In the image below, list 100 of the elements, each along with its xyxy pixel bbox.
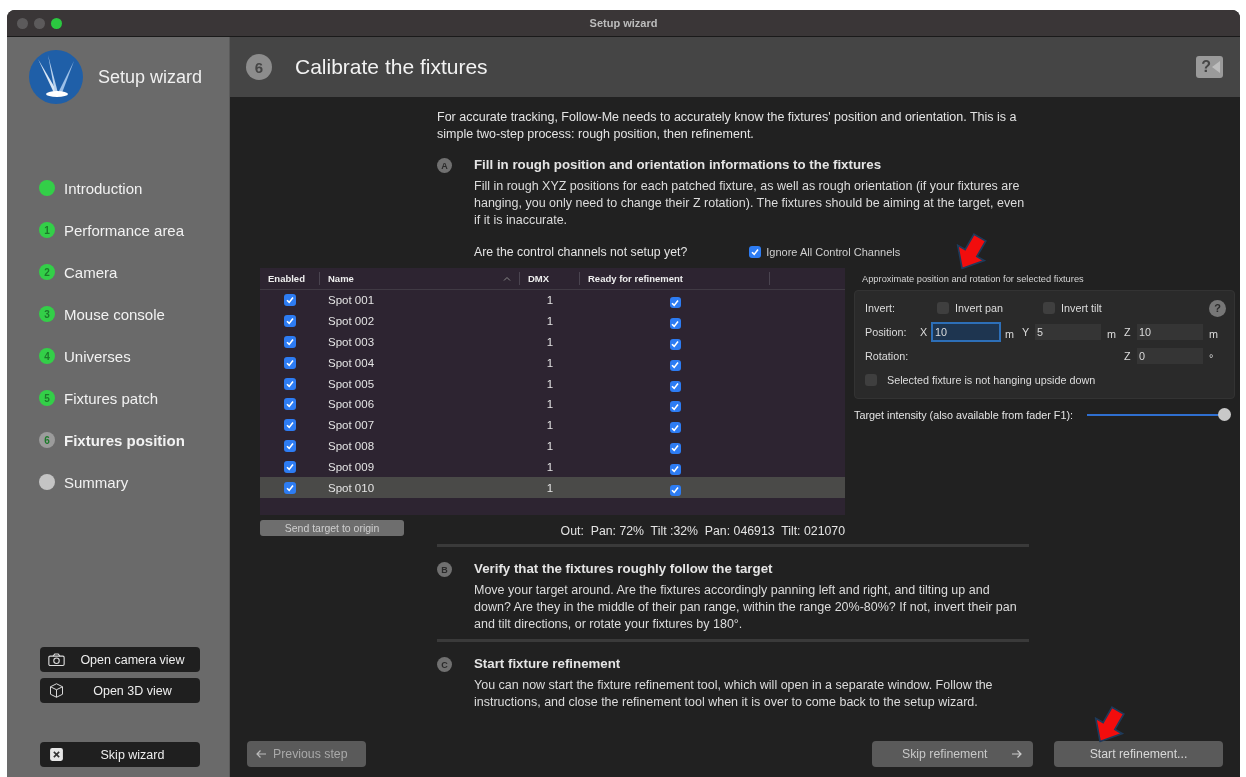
column-header[interactable]: Name [320, 272, 520, 285]
input-field[interactable]: 0 [1137, 348, 1203, 364]
checkbox[interactable] [669, 422, 681, 434]
3d-view-button[interactable]: Open 3D view [40, 678, 200, 703]
step-item[interactable]: Fixtures position [64, 431, 185, 449]
axis-label: Y [1022, 326, 1031, 338]
checkbox[interactable] [749, 246, 762, 258]
field-label: Rotation: [865, 350, 910, 362]
table-cell: 1 [546, 398, 554, 411]
checkbox[interactable] [284, 315, 296, 328]
table-cell: 1 [546, 294, 554, 307]
unit-label: m [1107, 328, 1116, 340]
step-number: 6 [246, 54, 272, 80]
table-cell: 1 [546, 460, 554, 473]
panel-title: Approximate position and rotation for selected fixtures [862, 274, 1084, 284]
checkbox[interactable] [669, 463, 681, 475]
step-item[interactable]: Universes [64, 347, 131, 365]
section-letter: A [437, 158, 452, 173]
step-badge: 4 [39, 348, 55, 364]
step-badge: 2 [39, 264, 55, 280]
table-cell: Spot 005 [328, 377, 375, 390]
step-item[interactable]: Introduction [64, 179, 143, 197]
table-cell: Spot 006 [328, 398, 375, 411]
checkbox[interactable] [284, 419, 296, 432]
checkbox[interactable] [669, 442, 681, 454]
table-row[interactable]: Spot 008 1 [260, 435, 845, 457]
column-header[interactable]: DMX [520, 272, 580, 285]
table-row[interactable]: Spot 010 1 [260, 477, 845, 498]
table-cell: 1 [546, 356, 554, 369]
window-title: Setup wizard [588, 17, 659, 29]
cube-icon [48, 683, 65, 698]
unit-label: m [1209, 328, 1218, 340]
table-cell: 1 [546, 419, 554, 432]
table-cell: 1 [546, 481, 554, 494]
unit-label: ° [1209, 352, 1214, 364]
table-cell: Spot 008 [328, 439, 375, 452]
table-row[interactable]: Spot 006 1 [260, 394, 845, 415]
step-item[interactable]: Fixtures patch [64, 389, 159, 407]
skip-refinement-button[interactable]: Skip refinement [872, 741, 1033, 767]
step-item[interactable]: Summary [64, 473, 129, 491]
table-row[interactable]: Spot 001 1 [260, 290, 845, 311]
table-row[interactable]: Spot 004 1 [260, 352, 845, 374]
checkbox-label: Selected fixture is not hanging upside down [887, 374, 1096, 386]
checkbox[interactable] [284, 336, 296, 348]
checkbox-label: Invert pan [955, 302, 1004, 314]
start-refinement-button[interactable]: Start refinement... [1054, 741, 1223, 767]
zoom-button[interactable] [51, 17, 62, 29]
intensity-slider[interactable] [1087, 408, 1228, 421]
table-row[interactable]: Spot 009 1 [260, 456, 845, 478]
step-badge: 3 [39, 306, 55, 322]
logo-icon [28, 49, 84, 105]
input-field[interactable]: 5 [1035, 324, 1101, 340]
checkbox[interactable] [669, 484, 681, 496]
app-title: Setup wizard [98, 66, 203, 88]
skip-wizard-button[interactable]: Skip wizard [40, 742, 200, 767]
table-cell: Spot 002 [328, 315, 375, 328]
section-letter: C [437, 657, 452, 672]
checkbox[interactable] [284, 398, 296, 411]
input-field[interactable]: 10 [933, 324, 999, 340]
input-field[interactable]: 10 [1137, 324, 1203, 340]
page-title: Calibrate the fixtures [295, 55, 488, 79]
checkbox-label: Invert tilt [1061, 302, 1102, 314]
column-header[interactable]: Ready for refinement [580, 272, 770, 285]
section-text: Fill in rough XYZ positions for each patched fixture, as well as rough orientation (if your fixtures are hanging, you only need to change their Z rotation). The fixtures should be aiming at the target, even if it is inaccurate. [474, 178, 1026, 229]
table-row[interactable]: Spot 005 1 [260, 373, 845, 394]
checkbox[interactable] [669, 297, 681, 309]
camera-lens-icon [1212, 61, 1220, 73]
checkbox[interactable] [284, 439, 296, 452]
checkbox[interactable] [284, 481, 296, 494]
output-readout: Out: Pan: 72% Tilt :32% Pan: 046913 Tilt: 021070 [560, 524, 845, 538]
table-cell: 1 [546, 315, 554, 328]
section-text: Move your target around. Are the fixtures accordingly panning left and right, and tilting up and down? Are they in the middle of their pan range, within the range 20%-80%? If not, invert their pan and tilt directions, or rotate your fixtures by 180°. [474, 582, 1018, 633]
step-badge: 5 [39, 390, 55, 406]
step-item[interactable]: Mouse console [64, 305, 165, 323]
checkbox[interactable] [669, 401, 681, 413]
checkbox[interactable] [284, 377, 296, 390]
step-item[interactable]: Performance area [64, 221, 185, 239]
checkbox[interactable] [669, 318, 681, 330]
checkbox[interactable] [284, 294, 296, 307]
table-cell: Spot 009 [328, 460, 375, 473]
slider-label: Target intensity (also available from fader F1): [854, 408, 1074, 421]
table-row[interactable]: Spot 003 1 [260, 331, 845, 353]
intro-text: For accurate tracking, Follow-Me needs to accurately know the fixtures' position and orientation. This is a simple two-step process: rough position, then refinement. [437, 109, 1018, 143]
question-label: Are the control channels not setup yet? [474, 245, 688, 259]
table-cell: 1 [546, 439, 554, 452]
checkbox[interactable] [669, 339, 681, 350]
table-row[interactable]: Spot 007 1 [260, 414, 845, 436]
column-header[interactable]: Enabled [260, 272, 320, 285]
section-text: You can now start the fixture refinement tool, which will open in a separate window. Follow the instructions, and close the refinement tool when it is over to come back to the setup wizard. [474, 677, 994, 711]
camera-view-button[interactable]: Open camera view [40, 647, 200, 672]
section-title: Fill in rough position and orientation informations to the fixtures [474, 157, 883, 172]
step-item[interactable]: Camera [64, 263, 118, 281]
checkbox[interactable] [284, 460, 296, 473]
checkbox[interactable] [284, 356, 296, 369]
table-cell: 1 [546, 377, 554, 390]
checkbox[interactable] [669, 380, 681, 392]
checkbox[interactable] [669, 359, 681, 371]
section-title: Verify that the fixtures roughly follow the target [474, 561, 774, 576]
table-cell: Spot 010 [328, 481, 375, 494]
table-row[interactable]: Spot 002 1 [260, 310, 845, 332]
